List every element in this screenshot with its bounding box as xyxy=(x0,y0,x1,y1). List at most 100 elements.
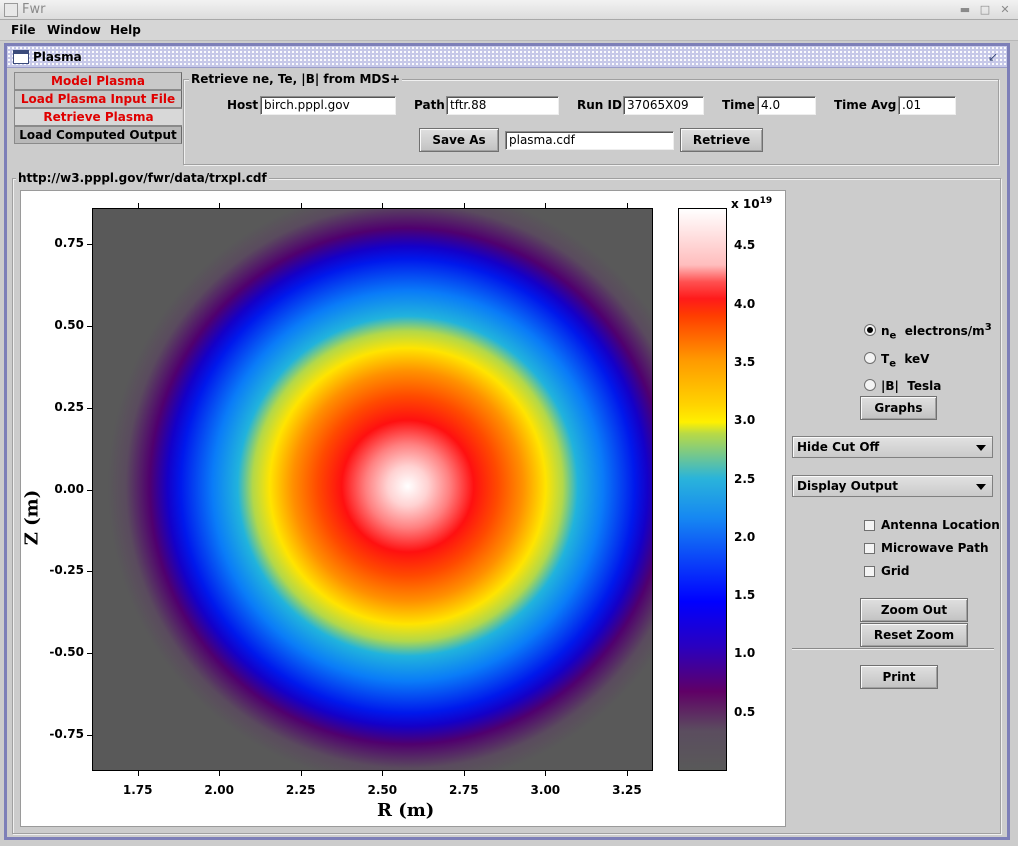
close-icon[interactable]: ✕ xyxy=(998,3,1012,17)
quantity-radio[interactable] xyxy=(864,379,876,391)
menu-bar xyxy=(0,20,1018,41)
display-output-select[interactable]: Display Output xyxy=(792,475,993,497)
colorbar-tick-label: 4.5 xyxy=(734,238,756,253)
quantity-radio[interactable] xyxy=(864,324,876,336)
colorbar-scale-base: x 10 xyxy=(731,197,760,211)
zoom-out-button[interactable]: Zoom Out xyxy=(860,598,968,622)
path-label: Path xyxy=(414,98,445,112)
menu-file[interactable]: File xyxy=(11,23,36,37)
y-tick-label: 0.25 xyxy=(54,399,84,414)
run-id-field[interactable]: 37065X09 xyxy=(623,96,704,115)
y-tick-label: -0.75 xyxy=(49,726,84,741)
x-tick-mark xyxy=(382,771,384,776)
x-tick-mark xyxy=(545,203,547,208)
tab-load-computed-output[interactable]: Load Computed Output xyxy=(14,126,182,144)
print-button[interactable]: Print xyxy=(860,665,938,689)
maximize-icon[interactable]: □ xyxy=(978,3,992,17)
x-tick-label: 3.00 xyxy=(530,783,561,797)
menu-window[interactable]: Window xyxy=(47,23,101,37)
y-tick-label: -0.50 xyxy=(49,645,84,660)
quantity-radio-label: |B| Tesla xyxy=(881,377,941,396)
quantity-symbol: n xyxy=(881,324,890,338)
quantity-radio[interactable] xyxy=(864,352,876,364)
y-tick-label: 0.75 xyxy=(54,236,84,250)
minimize-icon[interactable]: ▬ xyxy=(958,3,972,17)
retrieve-button[interactable]: Retrieve xyxy=(680,128,763,152)
quantity-unit: keV xyxy=(904,352,930,366)
density-heatmap[interactable] xyxy=(92,208,653,771)
time-field[interactable]: 4.0 xyxy=(757,96,816,115)
y-tick-mark xyxy=(87,571,92,573)
colorbar-tick-label: 2.5 xyxy=(734,471,756,486)
quantity-radio-label: Te keV xyxy=(881,350,929,369)
x-tick-mark xyxy=(463,771,465,776)
frame-window-icon xyxy=(13,50,29,64)
chevron-down-icon xyxy=(976,484,986,490)
display-output-select-value: Display Output xyxy=(797,479,898,493)
tab-model-plasma[interactable]: Model Plasma xyxy=(14,72,182,90)
chevron-down-icon xyxy=(976,445,986,451)
quantity-unit: electrons/m xyxy=(904,324,985,338)
x-tick-label: 2.25 xyxy=(285,783,316,797)
host-label: Host xyxy=(227,98,259,112)
cutoff-select[interactable]: Hide Cut Off xyxy=(792,436,993,458)
x-tick-mark xyxy=(463,203,465,208)
x-tick-mark xyxy=(300,771,302,776)
y-axis-title: Z (m) xyxy=(21,489,43,546)
tab-load-plasma-input-file[interactable]: Load Plasma Input File xyxy=(14,90,182,108)
x-tick-label: 1.75 xyxy=(122,783,153,797)
x-tick-label: 3.25 xyxy=(612,783,642,797)
save-as-filename-field[interactable]: plasma.cdf xyxy=(505,131,674,150)
time-avg-label: Time Avg xyxy=(834,98,897,112)
colorbar-tick-label: 1.0 xyxy=(734,646,756,661)
host-field[interactable]: birch.pppl.gov xyxy=(260,96,396,115)
colorbar-scale-label: x 1019 xyxy=(731,196,772,211)
frame-iconify-icon[interactable]: ↙ xyxy=(985,49,1001,65)
option-checkbox[interactable] xyxy=(864,520,875,531)
x-tick-mark xyxy=(626,203,628,208)
colorbar-tick-label: 2.0 xyxy=(734,529,756,544)
x-tick-mark xyxy=(137,771,139,776)
y-tick-mark xyxy=(87,653,92,655)
time-label: Time xyxy=(722,98,755,112)
colorbar-tick-label: 3.5 xyxy=(734,355,756,370)
x-tick-label: 2.75 xyxy=(449,783,479,797)
quantity-radio-label: ne electrons/m3 xyxy=(881,322,992,341)
menu-help[interactable]: Help xyxy=(110,23,141,37)
x-tick-label: 2.00 xyxy=(204,783,234,797)
colorbar-tick-label: 4.0 xyxy=(734,296,756,311)
option-checkbox[interactable] xyxy=(864,543,875,554)
x-tick-mark xyxy=(545,771,547,776)
run-id-label: Run ID xyxy=(577,98,622,112)
x-tick-mark xyxy=(300,203,302,208)
output-file-url: http://w3.pppl.gov/fwr/data/trxpl.cdf xyxy=(16,171,269,185)
y-tick-label: 0.00 xyxy=(54,481,84,496)
path-field[interactable]: tftr.88 xyxy=(446,96,559,115)
x-axis-title: R (m) xyxy=(377,800,435,821)
graphs-button[interactable]: Graphs xyxy=(860,396,937,420)
save-as-button[interactable]: Save As xyxy=(419,128,499,152)
y-tick-mark xyxy=(87,489,92,491)
quantity-unit-exponent: 3 xyxy=(984,322,992,333)
y-tick-label: -0.25 xyxy=(49,563,84,578)
quantity-unit: Tesla xyxy=(907,379,942,393)
retrieve-group xyxy=(183,79,999,165)
option-checkbox-label: Grid xyxy=(881,564,910,578)
tab-retrieve-plasma[interactable]: Retrieve Plasma xyxy=(14,108,182,126)
y-tick-mark xyxy=(87,734,92,736)
colorbar xyxy=(678,208,727,771)
frame-title: Plasma xyxy=(33,50,82,64)
quantity-subscript: e xyxy=(889,358,896,370)
reset-zoom-button[interactable]: Reset Zoom xyxy=(860,623,968,647)
time-avg-field[interactable]: .01 xyxy=(898,96,956,115)
option-checkbox[interactable] xyxy=(864,566,875,577)
app-icon xyxy=(4,3,18,17)
frame-title-bar[interactable] xyxy=(7,46,1007,68)
window-title-bar xyxy=(0,0,1018,20)
x-tick-mark xyxy=(137,203,139,208)
y-tick-mark xyxy=(87,244,92,245)
y-tick-mark xyxy=(87,325,92,327)
x-tick-label: 2.50 xyxy=(367,783,398,797)
option-checkbox-label: Microwave Path xyxy=(881,541,989,555)
x-tick-mark xyxy=(382,203,384,208)
